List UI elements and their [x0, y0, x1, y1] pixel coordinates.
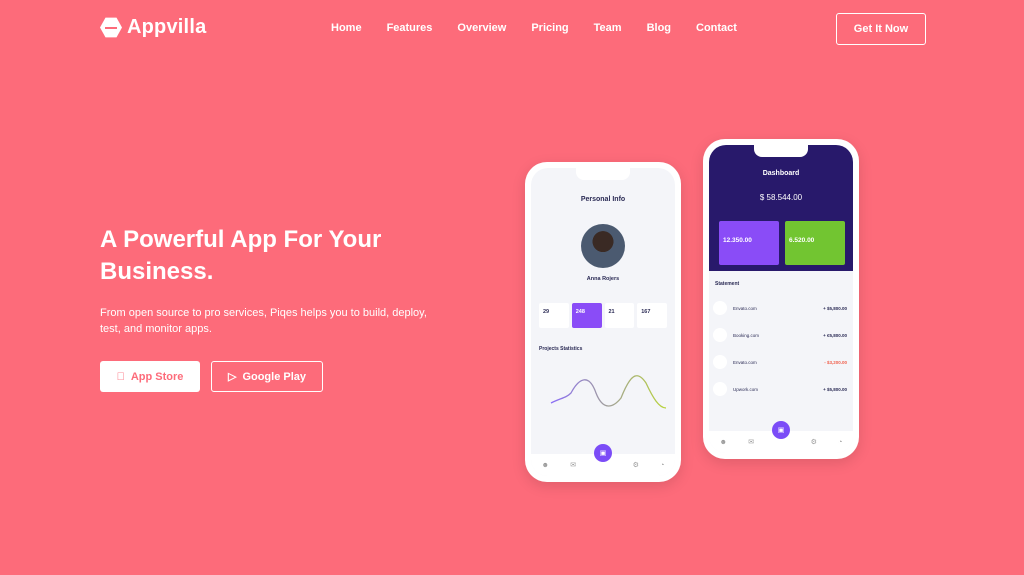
projects-statistics-title: Projects Statistics — [539, 346, 583, 352]
row-amount: + €5,800.00 — [823, 332, 847, 338]
card-green: 6.520.00 — [785, 221, 845, 265]
row-name: Envato.com — [733, 359, 757, 365]
row-amount: - $3,200.00 — [824, 359, 847, 365]
settings-icon[interactable]: ⚙ — [811, 438, 817, 446]
app-store-label: App Store — [126, 370, 184, 383]
row-amount: + $5,800.00 — [823, 305, 847, 311]
statement-row: Booking.com + €5,800.00 — [713, 324, 847, 346]
card-purple: 12.350.00 — [719, 221, 779, 265]
dashboard-title: Dashboard — [762, 170, 800, 177]
brand-name: Appvilla — [127, 16, 207, 38]
phone-personal-info: Personal Info Anna Rojers 29 248 21 167 … — [525, 162, 681, 482]
app-store-button[interactable]:  App Store — [100, 361, 200, 392]
logo[interactable]: Appvilla — [100, 16, 206, 39]
stat-card: 167 — [637, 303, 667, 328]
apple-icon:  — [117, 371, 125, 383]
user-icon[interactable]: ☻ — [542, 462, 549, 469]
nav-menu: Home Features Overview Pricing Team Blog… — [331, 22, 762, 34]
mail-icon[interactable]: ✉ — [570, 461, 576, 469]
statement-row: Upwork.com + $5,800.00 — [713, 378, 847, 400]
nav-overview[interactable]: Overview — [457, 22, 506, 34]
nav-features[interactable]: Features — [387, 22, 433, 34]
pie-chart-icon[interactable]: ◔ — [838, 439, 842, 446]
balance: $ 58.544.00 — [759, 193, 803, 202]
card-amount: 12.350.00 — [723, 237, 752, 244]
stat-card: 21 — [604, 303, 635, 328]
hero-title: A Powerful App For Your Business. — [100, 226, 382, 285]
row-amount: + $5,800.00 — [823, 386, 847, 392]
get-it-now-button[interactable]: Get It Now — [836, 13, 926, 45]
nav-pricing[interactable]: Pricing — [531, 22, 568, 34]
row-name: Envato.com — [733, 305, 757, 311]
play-icon: ▷ — [227, 371, 237, 383]
google-play-button[interactable]: ▷ Google Play — [211, 361, 323, 392]
nav-home[interactable]: Home — [331, 22, 362, 34]
row-name: Upwork.com — [733, 386, 759, 392]
statement-row: Envato.com + $5,800.00 — [713, 297, 847, 319]
hero-subtitle: From open source to pro services, Piqes … — [100, 307, 427, 335]
monitor-fab-icon[interactable]: ▣ — [772, 421, 790, 439]
statement-row: Envato.com - $3,200.00 — [713, 351, 847, 373]
statistics-line-graph — [550, 375, 667, 409]
personal-info-title: Personal Info — [580, 196, 626, 203]
settings-icon[interactable]: ⚙ — [633, 461, 639, 469]
row-name: Booking.com — [733, 332, 760, 338]
logo-icon — [100, 17, 122, 38]
statement-title: Statement — [715, 281, 740, 287]
user-icon[interactable]: ☻ — [720, 439, 727, 446]
pie-chart-icon[interactable]: ◔ — [660, 462, 664, 469]
phone-dashboard: Dashboard $ 58.544.00 12.350.00 6.520.00… — [703, 139, 859, 459]
navbar: Appvilla Home Features Overview Pricing … — [0, 0, 1024, 58]
avatar — [581, 224, 625, 268]
nav-blog[interactable]: Blog — [647, 22, 671, 34]
profile-name: Anna Rojers — [586, 276, 620, 282]
google-play-label: Google Play — [242, 370, 307, 383]
nav-team[interactable]: Team — [594, 22, 622, 34]
nav-contact[interactable]: Contact — [696, 22, 737, 34]
stat-card: 29 — [539, 303, 569, 328]
stat-card: 248 — [571, 303, 602, 328]
card-amount: 6.520.00 — [789, 237, 815, 244]
monitor-fab-icon[interactable]: ▣ — [594, 444, 612, 462]
mail-icon[interactable]: ✉ — [748, 438, 754, 446]
